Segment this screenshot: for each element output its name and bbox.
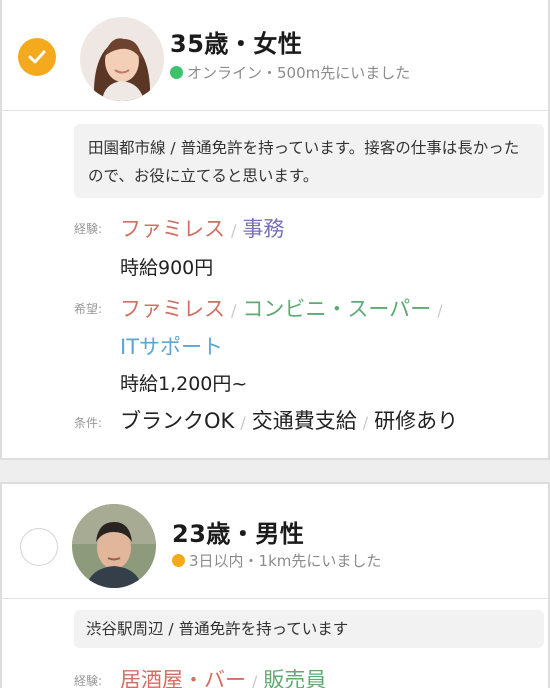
condition-tag: 研修あり (374, 409, 459, 433)
separator: / (437, 301, 443, 320)
select-checkbox[interactable] (18, 38, 56, 76)
divider (2, 110, 550, 111)
candidate-card[interactable]: 23歳・男性 3日以内・1km先にいました 渋谷駅周辺 / 普通免許を持っていま… (0, 482, 550, 688)
divider (2, 598, 550, 599)
separator: / (231, 301, 237, 320)
experience-tag[interactable]: 販売員 (263, 668, 326, 688)
desired-label: 希望: (74, 302, 103, 316)
online-status-dot (170, 66, 183, 79)
bio-bubble: 田園都市線 / 普通免許を持っています。接客の仕事は長かったので、お役に立てると… (74, 124, 544, 198)
experience-label: 経験: (74, 674, 103, 688)
desired-tag[interactable]: ITサポート (120, 335, 223, 359)
experience-tag[interactable]: 事務 (242, 217, 284, 241)
candidate-card[interactable]: 35歳・女性 オンライン・500m先にいました 田園都市線 / 普通免許を持って… (0, 0, 550, 460)
bio-bubble: 渋谷駅周辺 / 普通免許を持っています (74, 610, 544, 648)
status-line: 3日以内・1km先にいました (172, 550, 381, 571)
avatar (72, 504, 156, 588)
select-checkbox[interactable] (20, 528, 58, 566)
desired-tag[interactable]: ファミレス (120, 297, 225, 321)
candidate-name: 35歳・女性 (170, 30, 303, 58)
desired-tags-wrap: ITサポート (120, 331, 223, 361)
desired-wage: 時給1,200円~ (120, 373, 248, 395)
separator: / (240, 413, 246, 432)
experience-label: 経験: (74, 222, 103, 236)
experience-tags: ファミレス / 事務 (120, 213, 284, 243)
separator: / (362, 413, 369, 432)
desired-tags: ファミレス / コンビニ・スーパー / (120, 293, 449, 323)
experience-tags: 居酒屋・バー / 販売員 (120, 664, 326, 688)
status-line: オンライン・500m先にいました (170, 62, 410, 83)
separator: / (252, 672, 258, 688)
separator: / (231, 221, 237, 240)
candidate-name: 23歳・男性 (172, 520, 305, 548)
condition-tags: ブランクOK / 交通費支給 / 研修あり (120, 405, 458, 435)
experience-tag[interactable]: ファミレス (120, 217, 225, 241)
condition-tag: ブランクOK (120, 409, 235, 433)
avatar (80, 17, 164, 101)
recent-status-dot (172, 554, 185, 567)
conditions-label: 条件: (74, 416, 103, 430)
experience-wage: 時給900円 (120, 257, 214, 279)
status-text: オンライン・500m先にいました (187, 64, 411, 82)
desired-tag[interactable]: コンビニ・スーパー (242, 297, 431, 321)
condition-tag: 交通費支給 (251, 409, 357, 433)
check-icon (28, 50, 46, 64)
status-text: 3日以内・1km先にいました (189, 552, 382, 570)
experience-tag[interactable]: 居酒屋・バー (120, 668, 246, 688)
candidate-list: 35歳・女性 オンライン・500m先にいました 田園都市線 / 普通免許を持って… (0, 0, 550, 688)
